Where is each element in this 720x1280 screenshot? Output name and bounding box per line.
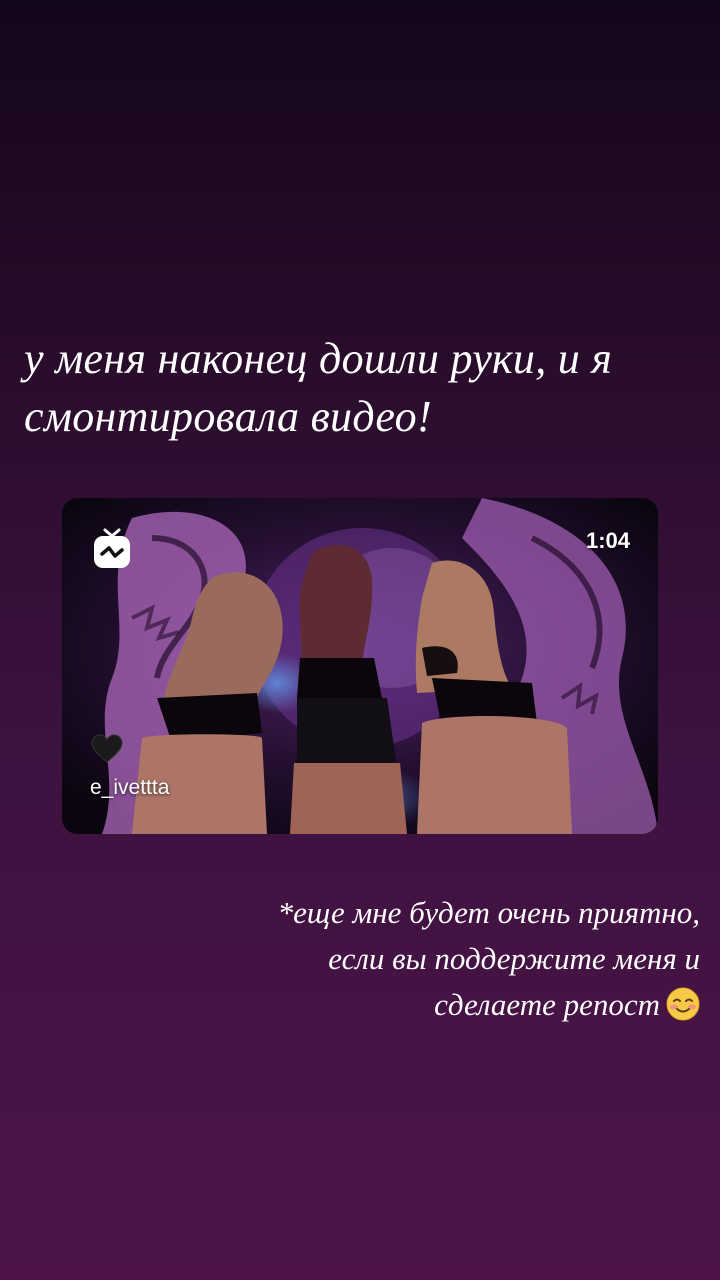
smiling-face-icon — [666, 987, 700, 1021]
black-heart-icon — [91, 734, 123, 763]
story-footnote: *еще мне будет очень приятно, если вы по… — [140, 890, 700, 1028]
igtv-icon — [94, 528, 130, 568]
footnote-line-3-text: сделаете репост — [434, 987, 660, 1022]
footnote-line-3: сделаете репост — [140, 982, 700, 1028]
footnote-line-1: *еще мне будет очень приятно, — [277, 895, 700, 930]
story-headline: у меня наконец дошли руки, и я смонтиров… — [24, 334, 613, 441]
video-duration: 1:04 — [585, 528, 630, 553]
video-username[interactable]: e_ivettta — [90, 776, 169, 800]
footnote-line-2: если вы поддержите меня и — [328, 941, 700, 976]
video-preview-card[interactable]: 1:04 e_ivettta — [62, 498, 658, 834]
